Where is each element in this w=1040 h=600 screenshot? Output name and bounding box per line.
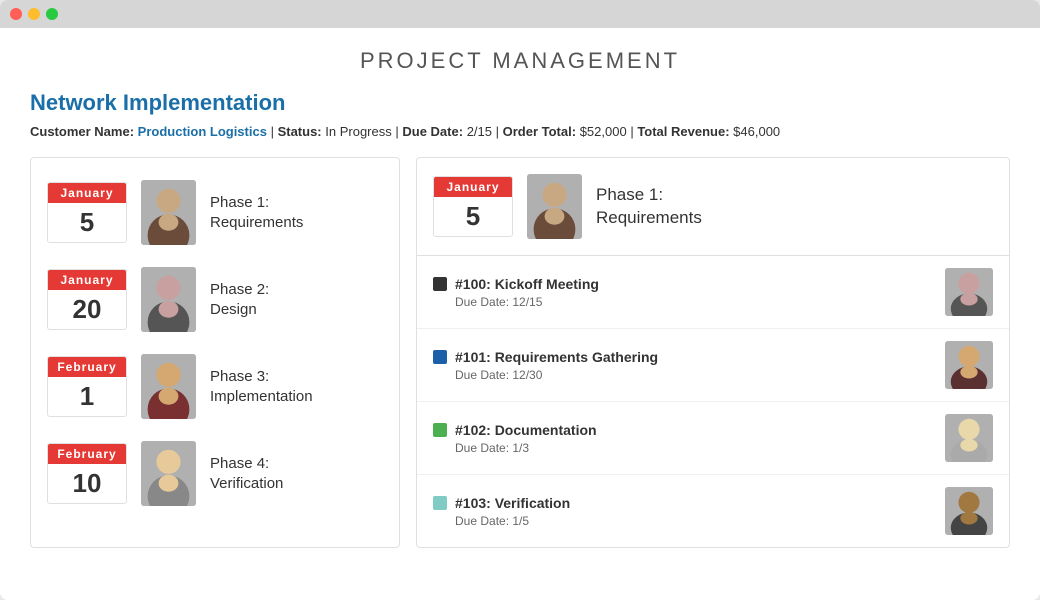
status-value: In Progress (325, 124, 391, 139)
phase-label-2: Phase 2:Design (210, 280, 269, 319)
order-total-label: Order Total: (503, 124, 576, 139)
task-title-3: #103: Verification (455, 495, 570, 511)
selected-phase-avatar (527, 174, 582, 239)
task-list: #100: Kickoff Meeting Due Date: 12/15 #1… (417, 256, 1009, 547)
task-title-row-3: #103: Verification (433, 495, 570, 511)
customer-label: Customer Name: (30, 124, 134, 139)
total-revenue-label: Total Revenue: (637, 124, 729, 139)
due-date-value: 2/15 (467, 124, 492, 139)
month-label: February (48, 444, 126, 464)
phase-label-3: Phase 3:Implementation (210, 367, 313, 406)
app-window: PROJECT MANAGEMENT Network Implementatio… (0, 0, 1040, 600)
phases-panel: January 5 Phase 1:Requirements January 2… (30, 157, 400, 548)
task-title-row-0: #100: Kickoff Meeting (433, 276, 599, 292)
selected-date-badge: January 5 (433, 176, 513, 237)
task-due-2: Due Date: 1/3 (455, 441, 597, 455)
maximize-button[interactable] (46, 8, 58, 20)
task-avatar-3 (945, 487, 993, 535)
task-row-0[interactable]: #100: Kickoff Meeting Due Date: 12/15 (417, 256, 1009, 329)
task-title-row-1: #101: Requirements Gathering (433, 349, 658, 365)
date-badge-2: January 20 (47, 269, 127, 330)
phase-avatar-1 (141, 180, 196, 245)
main-content: PROJECT MANAGEMENT Network Implementatio… (0, 28, 1040, 600)
month-label: February (48, 357, 126, 377)
meta-separator-3: | (496, 124, 503, 139)
day-label: 5 (48, 203, 126, 242)
phase-avatar-2 (141, 267, 196, 332)
main-panels: January 5 Phase 1:Requirements January 2… (30, 157, 1010, 548)
close-button[interactable] (10, 8, 22, 20)
task-info-3: #103: Verification Due Date: 1/5 (433, 495, 570, 528)
phase-label-4: Phase 4:Verification (210, 454, 283, 493)
task-avatar-0 (945, 268, 993, 316)
customer-name[interactable]: Production Logistics (138, 124, 267, 139)
task-due-0: Due Date: 12/15 (455, 295, 599, 309)
month-label: January (48, 183, 126, 203)
total-revenue-value: $46,000 (733, 124, 780, 139)
minimize-button[interactable] (28, 8, 40, 20)
phase-avatar-4 (141, 441, 196, 506)
date-badge-4: February 10 (47, 443, 127, 504)
day-label: 20 (48, 290, 126, 329)
task-avatar-1 (945, 341, 993, 389)
task-dot-0 (433, 277, 447, 291)
task-row-3[interactable]: #103: Verification Due Date: 1/5 (417, 475, 1009, 547)
selected-day: 5 (434, 197, 512, 236)
task-title-row-2: #102: Documentation (433, 422, 597, 438)
order-total-value: $52,000 (580, 124, 627, 139)
task-dot-1 (433, 350, 447, 364)
month-label: January (48, 270, 126, 290)
task-row-1[interactable]: #101: Requirements Gathering Due Date: 1… (417, 329, 1009, 402)
due-date-label: Due Date: (402, 124, 463, 139)
status-label: Status: (278, 124, 322, 139)
task-title-0: #100: Kickoff Meeting (455, 276, 599, 292)
selected-month: January (434, 177, 512, 197)
date-badge-3: February 1 (47, 356, 127, 417)
project-name: Network Implementation (30, 90, 1010, 116)
phase-avatar-3 (141, 354, 196, 419)
task-dot-2 (433, 423, 447, 437)
task-title-2: #102: Documentation (455, 422, 597, 438)
task-info-0: #100: Kickoff Meeting Due Date: 12/15 (433, 276, 599, 309)
phase-card-4[interactable]: February 10 Phase 4:Verification (47, 435, 383, 512)
task-panel: January 5 Phase 1:Requirements #100: Kic… (416, 157, 1010, 548)
task-title-1: #101: Requirements Gathering (455, 349, 658, 365)
task-avatar-2 (945, 414, 993, 462)
task-due-1: Due Date: 12/30 (455, 368, 658, 382)
task-info-1: #101: Requirements Gathering Due Date: 1… (433, 349, 658, 382)
selected-phase-header[interactable]: January 5 Phase 1:Requirements (417, 158, 1009, 256)
day-label: 10 (48, 464, 126, 503)
task-dot-3 (433, 496, 447, 510)
task-info-2: #102: Documentation Due Date: 1/3 (433, 422, 597, 455)
phase-card-1[interactable]: January 5 Phase 1:Requirements (47, 174, 383, 251)
task-due-3: Due Date: 1/5 (455, 514, 570, 528)
day-label: 1 (48, 377, 126, 416)
page-title: PROJECT MANAGEMENT (30, 48, 1010, 74)
phase-card-3[interactable]: February 1 Phase 3:Implementation (47, 348, 383, 425)
phase-label-1: Phase 1:Requirements (210, 193, 303, 232)
phase-card-2[interactable]: January 20 Phase 2:Design (47, 261, 383, 338)
project-meta: Customer Name: Production Logistics | St… (30, 124, 1010, 139)
selected-phase-label: Phase 1:Requirements (596, 184, 702, 228)
titlebar (0, 0, 1040, 28)
task-row-2[interactable]: #102: Documentation Due Date: 1/3 (417, 402, 1009, 475)
date-badge-1: January 5 (47, 182, 127, 243)
meta-separator-1: | (271, 124, 278, 139)
